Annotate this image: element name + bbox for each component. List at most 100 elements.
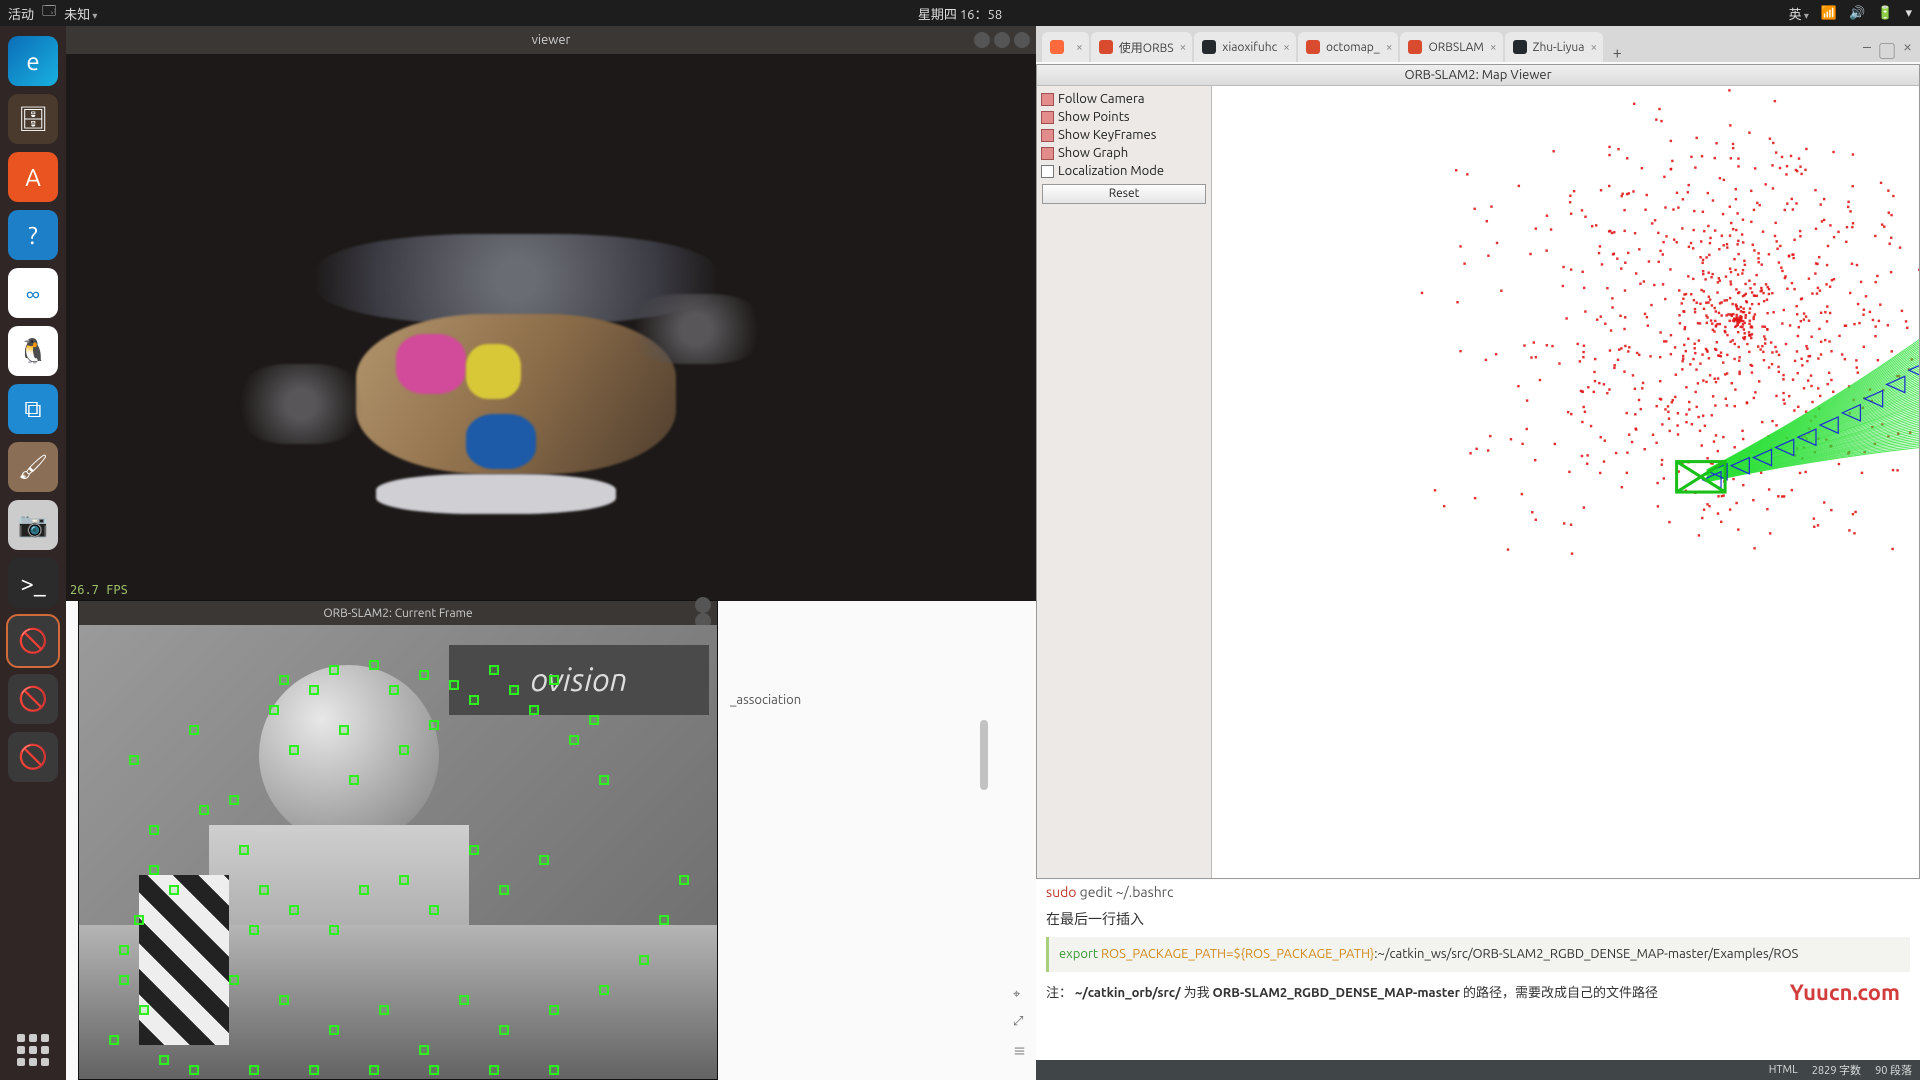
watermark: Yuucn.com (1790, 980, 1900, 1005)
tab-2[interactable]: xiaoxifuhc× (1194, 32, 1296, 62)
map-viewer-titlebar[interactable]: ORB-SLAM2: Map Viewer (1037, 65, 1919, 86)
orb-feature (419, 1045, 429, 1055)
code-line: sudo gedit ~/.bashrc (1046, 884, 1910, 901)
orb-feature (279, 995, 289, 1005)
target-icon[interactable]: ⌖ (1013, 987, 1026, 1002)
ime-indicator[interactable]: 英 (1789, 4, 1809, 23)
fps-counter: 26.7 FPS (70, 583, 128, 597)
orb-feature (169, 885, 179, 895)
files-icon[interactable]: 🗄 (8, 94, 58, 144)
orb-feature (489, 665, 499, 675)
new-tab-button[interactable]: + (1605, 44, 1629, 62)
volume-icon[interactable]: 🔊 (1849, 6, 1865, 21)
orb-feature (149, 865, 159, 875)
maximize-button[interactable]: ▢ (1879, 38, 1895, 62)
close-button[interactable] (1014, 32, 1030, 48)
camera-app-icon[interactable]: 📷 (8, 500, 58, 550)
scrollbar-thumb[interactable] (980, 720, 988, 790)
blocked-app-3-icon[interactable]: 🚫 (8, 732, 58, 782)
bg-text-association: _association (730, 693, 801, 707)
favicon-icon (1408, 40, 1422, 54)
list-icon[interactable]: ≡ (1013, 1041, 1026, 1060)
orb-feature (569, 735, 579, 745)
qq-icon[interactable]: 🐧 (8, 326, 58, 376)
article-content: sudo gedit ~/.bashrc 在最后一行插入 export ROS_… (1036, 880, 1920, 1080)
close-icon[interactable]: × (1386, 41, 1393, 54)
show-applications-icon[interactable] (13, 1030, 53, 1070)
close-icon[interactable]: × (1283, 41, 1290, 54)
close-icon[interactable]: × (1590, 41, 1597, 54)
terminal-icon[interactable]: >_ (8, 558, 58, 608)
orb-feature (429, 1065, 439, 1075)
pointcloud-canvas[interactable]: 26.7 FPS (66, 54, 1036, 601)
vscode-icon[interactable]: ⧉ (8, 384, 58, 434)
activities-button[interactable]: 活动 (8, 4, 34, 23)
orb-feature (549, 675, 559, 685)
blocked-app-1-icon[interactable]: 🚫 (8, 616, 58, 666)
favicon-icon (1513, 40, 1527, 54)
gimp-icon[interactable]: 🖌 (8, 442, 58, 492)
current-frame-titlebar[interactable]: ORB-SLAM2: Current Frame (79, 601, 717, 625)
help-icon[interactable]: ? (8, 210, 58, 260)
power-menu-icon[interactable]: ▾ (1905, 6, 1912, 21)
close-icon[interactable]: × (1180, 41, 1187, 54)
map-canvas[interactable] (1212, 86, 1919, 878)
blocked-app-2-icon[interactable]: 🚫 (8, 674, 58, 724)
orb-feature (449, 680, 459, 690)
checkbox-show-graph[interactable]: Show Graph (1039, 144, 1209, 162)
app-menu[interactable]: 未知 (64, 4, 97, 23)
clock[interactable]: 星期四 16：58 (918, 4, 1002, 23)
checkbox-icon (1041, 111, 1054, 124)
map-viewer-panel: Follow Camera Show Points Show KeyFrames… (1037, 86, 1212, 878)
orb-feature (399, 745, 409, 755)
top-bar: 活动 🗔 未知 星期四 16：58 英 📶 🔊 🔋 ▾ (0, 0, 1920, 26)
maximize-button[interactable] (994, 32, 1010, 48)
minimize-button[interactable] (695, 597, 711, 613)
checkbox-localization-mode[interactable]: Localization Mode (1039, 162, 1209, 180)
expand-icon[interactable]: ⤢ (1013, 1014, 1026, 1029)
close-icon[interactable]: × (1076, 41, 1083, 54)
orb-feature (119, 945, 129, 955)
orb-feature (189, 725, 199, 735)
orb-feature (309, 685, 319, 695)
orb-feature (199, 805, 209, 815)
checkbox-icon (1041, 147, 1054, 160)
orb-feature (499, 1025, 509, 1035)
orb-feature (429, 720, 439, 730)
tab-4[interactable]: ORBSLAM× (1400, 32, 1502, 62)
viewer-titlebar[interactable]: viewer (66, 26, 1036, 54)
edge-browser-icon[interactable]: e (8, 36, 58, 86)
orb-feature (159, 1055, 169, 1065)
status-lang[interactable]: HTML (1769, 1064, 1798, 1076)
favicon-icon (1202, 40, 1216, 54)
checkbox-follow-camera[interactable]: Follow Camera (1039, 90, 1209, 108)
orb-feature (134, 915, 144, 925)
wifi-icon[interactable]: 📶 (1821, 6, 1837, 21)
reset-button[interactable]: Reset (1042, 184, 1205, 204)
orb-feature (229, 795, 239, 805)
checkbox-show-points[interactable]: Show Points (1039, 108, 1209, 126)
orb-feature (549, 1065, 559, 1075)
baidu-netdisk-icon[interactable]: ∞ (8, 268, 58, 318)
favicon-icon (1306, 40, 1320, 54)
minimize-button[interactable] (974, 32, 990, 48)
tab-0[interactable]: × (1042, 32, 1089, 62)
software-center-icon[interactable]: A (8, 152, 58, 202)
code-block: export ROS_PACKAGE_PATH=${ROS_PACKAGE_PA… (1046, 937, 1910, 972)
orb-feature (369, 1065, 379, 1075)
tab-5[interactable]: Zhu-Liyua× (1505, 32, 1604, 62)
favicon-icon (1050, 40, 1064, 54)
close-icon[interactable]: × (1490, 41, 1497, 54)
orb-feature (429, 905, 439, 915)
checkbox-icon (1041, 93, 1054, 106)
battery-icon[interactable]: 🔋 (1877, 6, 1893, 21)
orb-feature (469, 845, 479, 855)
close-button[interactable]: × (1903, 38, 1912, 62)
orb-feature (349, 775, 359, 785)
orb-feature (659, 915, 669, 925)
checkbox-show-keyframes[interactable]: Show KeyFrames (1039, 126, 1209, 144)
minimize-button[interactable]: – (1863, 38, 1871, 62)
tab-1[interactable]: 使用ORBS× (1091, 32, 1193, 62)
tab-3[interactable]: octomap_× (1298, 32, 1399, 62)
current-frame-canvas[interactable]: ovision [[50,130],[70,200],[90,260],[40,… (79, 625, 717, 1079)
